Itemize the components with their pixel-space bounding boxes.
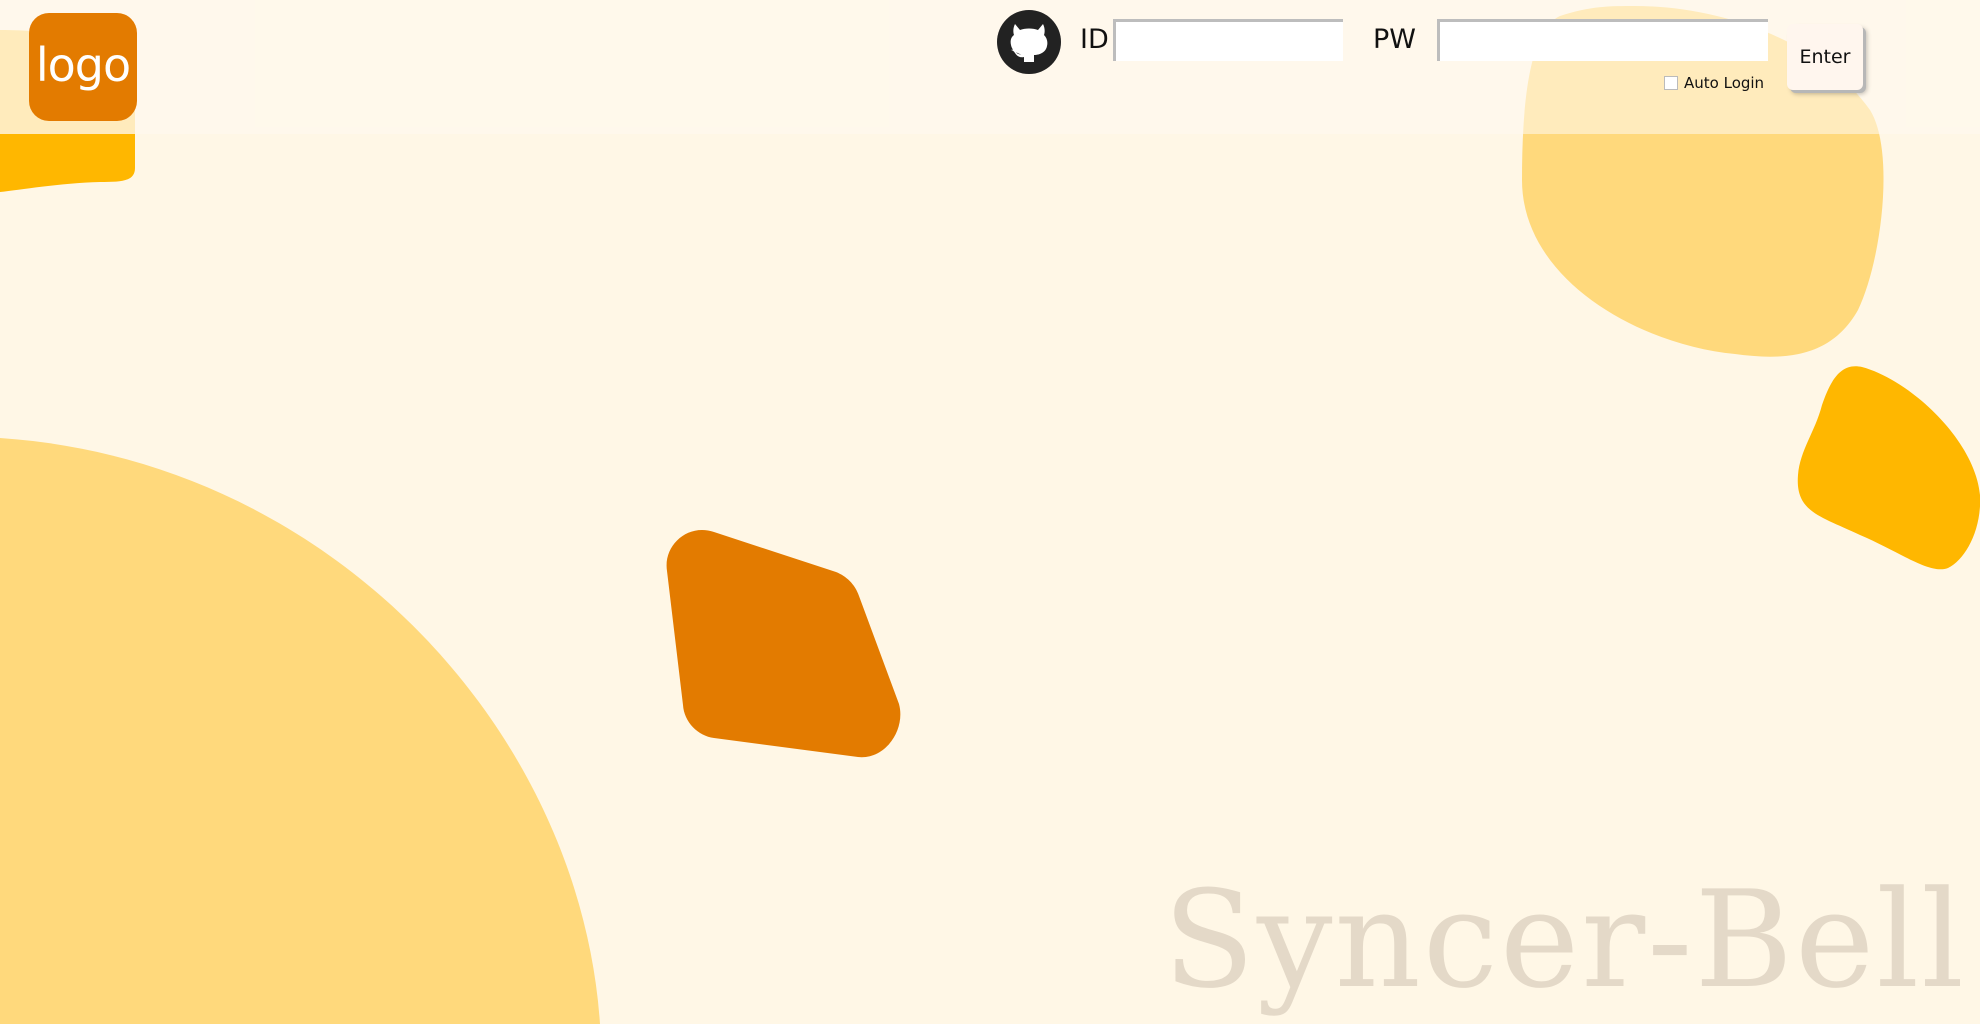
bottom-left-large-blob [0, 438, 600, 1024]
auto-login-checkbox[interactable] [1664, 76, 1678, 90]
github-icon [1010, 24, 1048, 62]
logo[interactable]: logo [29, 13, 137, 121]
brand-watermark: Syncer-Bell [1163, 862, 1966, 1018]
pw-label: PW [1373, 24, 1416, 55]
top-left-yellow-blob [0, 134, 135, 192]
right-yellow-blob [1797, 366, 1980, 570]
auto-login-option[interactable]: Auto Login [1664, 73, 1764, 93]
auto-login-label: Auto Login [1684, 74, 1765, 92]
enter-button[interactable]: Enter [1787, 24, 1863, 90]
github-login-button[interactable] [997, 10, 1061, 74]
id-input[interactable] [1113, 19, 1343, 61]
center-orange-shape [666, 529, 901, 758]
id-label: ID [1080, 24, 1109, 55]
top-header-bar: logo ID PW Auto Login Enter [0, 0, 1980, 134]
pw-input[interactable] [1437, 19, 1768, 61]
